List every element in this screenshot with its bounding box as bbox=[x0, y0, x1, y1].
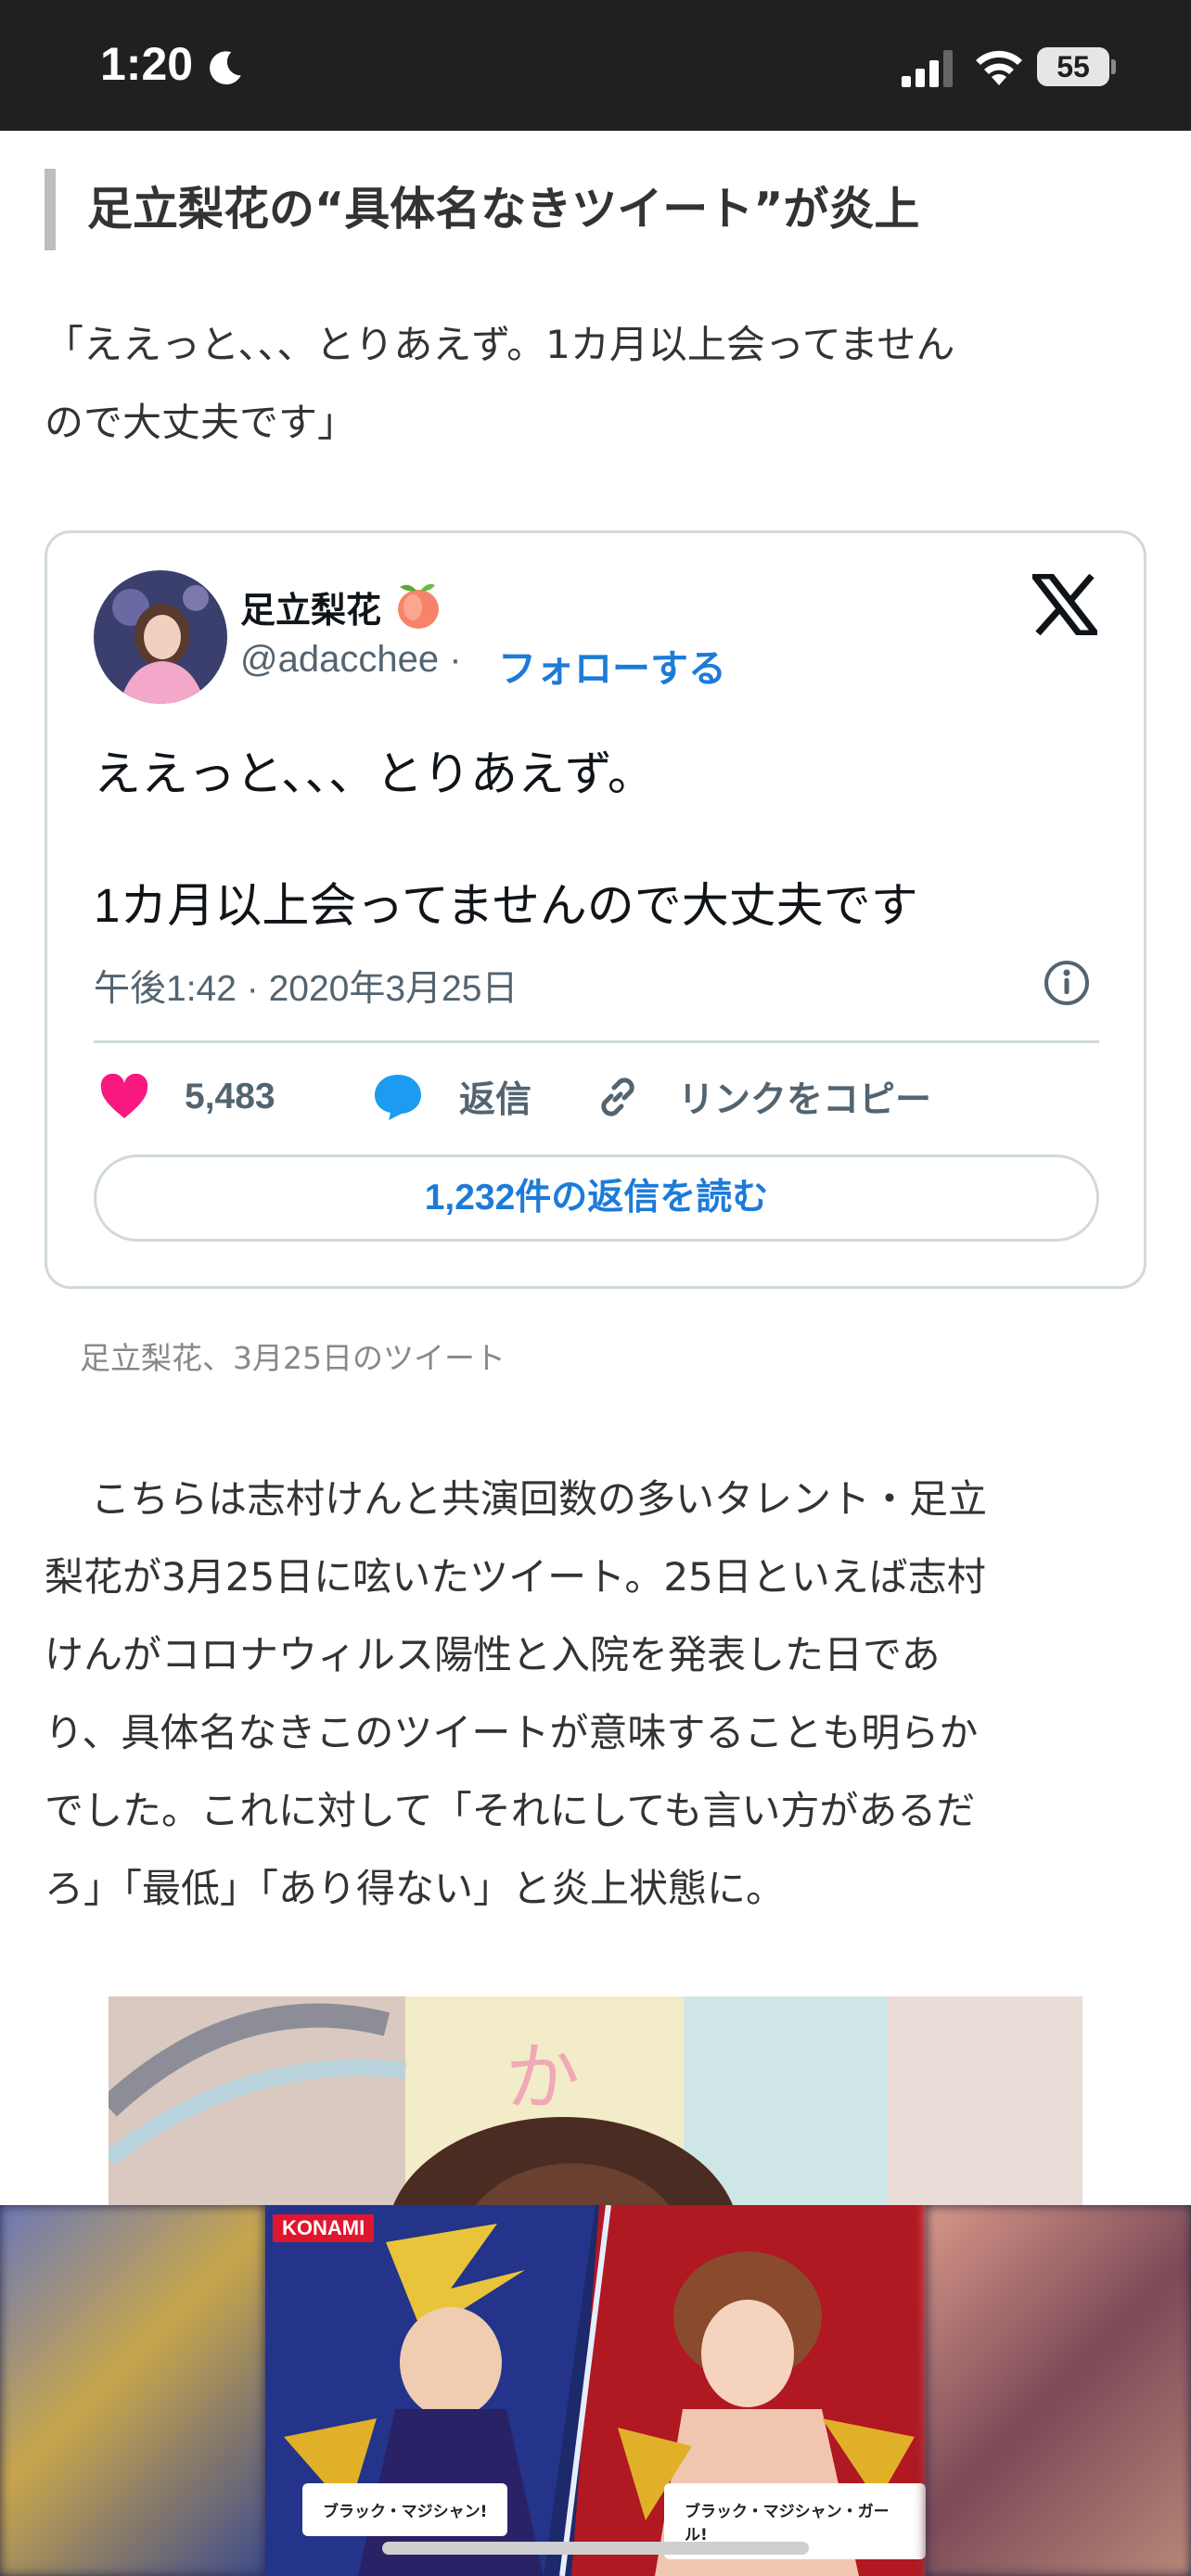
quote-line: ので大丈夫です」 bbox=[45, 400, 357, 445]
link-icon bbox=[601, 1078, 634, 1116]
ad-blurred-panel bbox=[0, 2205, 265, 2576]
paragraph-line: でした。これに対して「それにしても言い方があるだ bbox=[45, 1788, 976, 1833]
like-button[interactable]: 5,483 bbox=[99, 1069, 275, 1125]
battery-level: 55 bbox=[1037, 47, 1109, 86]
cellular-signal-icon bbox=[902, 50, 953, 87]
read-replies-button[interactable]: 1,232件の返信を読む bbox=[94, 1154, 1099, 1242]
tweet-text: 1カ月以上会ってませんので大丈夫です bbox=[94, 879, 918, 932]
ad-banner[interactable]: KONAMI ブラック・マジシャン! ブラック・マジシャン・ガール! bbox=[0, 2205, 1191, 2576]
tweet-timestamp[interactable]: 午後1:42 · 2020年3月25日 bbox=[94, 960, 518, 1012]
x-logo-icon[interactable] bbox=[1032, 574, 1097, 635]
home-indicator[interactable] bbox=[382, 2542, 809, 2555]
paragraph-line: ろ」「最低」「あり得ない」と炎上状態に。 bbox=[45, 1866, 786, 1911]
divider bbox=[94, 1040, 1099, 1043]
reply-bubble-icon bbox=[375, 1075, 421, 1120]
reply-button[interactable]: 返信 bbox=[372, 1069, 531, 1125]
article-paragraph: こちらは志村けんと共演回数の多いタレント・足立 梨花が3月25日に呟いたツイート… bbox=[45, 1460, 1146, 1928]
paragraph-line: こちらは志村けんと共演回数の多いタレント・足立 bbox=[91, 1476, 988, 1522]
avatar[interactable] bbox=[94, 570, 227, 704]
quote-text: 「ええっと、、、とりあえず。1カ月以上会ってません ので大丈夫です」 bbox=[45, 306, 1139, 462]
battery-cap bbox=[1111, 59, 1116, 74]
quote-line: 「ええっと、、、とりあえず。1カ月以上会ってません bbox=[45, 322, 955, 367]
paragraph-line: 梨花が3月25日に呟いたツイート。25日といえば志村 bbox=[45, 1554, 986, 1600]
konami-logo: KONAMI bbox=[273, 2214, 375, 2242]
photo-sign-text: か bbox=[506, 2034, 580, 2121]
paragraph-line: り、具体名なきこのツイートが意味することも明らか bbox=[45, 1710, 979, 1755]
moon-icon bbox=[210, 51, 241, 85]
paragraph-line: けんがコロナウィルス陽性と入院を発表した日であ bbox=[45, 1632, 941, 1677]
heart-icon bbox=[100, 1074, 148, 1118]
peach-icon bbox=[398, 583, 439, 629]
article-photo: か bbox=[109, 1996, 1082, 2205]
ad-callout: ブラック・マジシャン! bbox=[302, 2483, 508, 2536]
battery-indicator: 55 bbox=[1037, 47, 1116, 86]
info-icon[interactable] bbox=[1042, 958, 1092, 1008]
copy-link-label: リンクをコピー bbox=[678, 1080, 932, 1120]
reply-label: 返信 bbox=[459, 1080, 532, 1120]
like-count: 5,483 bbox=[185, 1077, 275, 1116]
tweet-caption: 足立梨花、3月25日のツイート bbox=[80, 1340, 506, 1376]
status-time: 1:20 bbox=[100, 38, 194, 90]
copy-link-button[interactable]: リンクをコピー bbox=[593, 1069, 931, 1125]
wifi-icon bbox=[976, 50, 1022, 85]
author-handle[interactable]: @adacchee · bbox=[240, 639, 462, 681]
author-name[interactable]: 足立梨花 bbox=[240, 581, 381, 632]
tweet-text: ええっと、、、とりあえず。 bbox=[94, 747, 655, 800]
embedded-tweet[interactable]: 足立梨花 @adacchee · フォローする ええっと、、、とりあえず。 1カ… bbox=[45, 530, 1146, 1289]
section-heading: 足立梨花の“具体名なきツイート”が炎上 bbox=[45, 169, 1139, 250]
ad-blurred-panel bbox=[926, 2205, 1191, 2576]
ad-creative[interactable]: KONAMI ブラック・マジシャン! ブラック・マジシャン・ガール! bbox=[265, 2205, 926, 2576]
status-bar: 1:20 55 bbox=[0, 0, 1191, 131]
follow-link[interactable]: フォローする bbox=[498, 637, 726, 693]
